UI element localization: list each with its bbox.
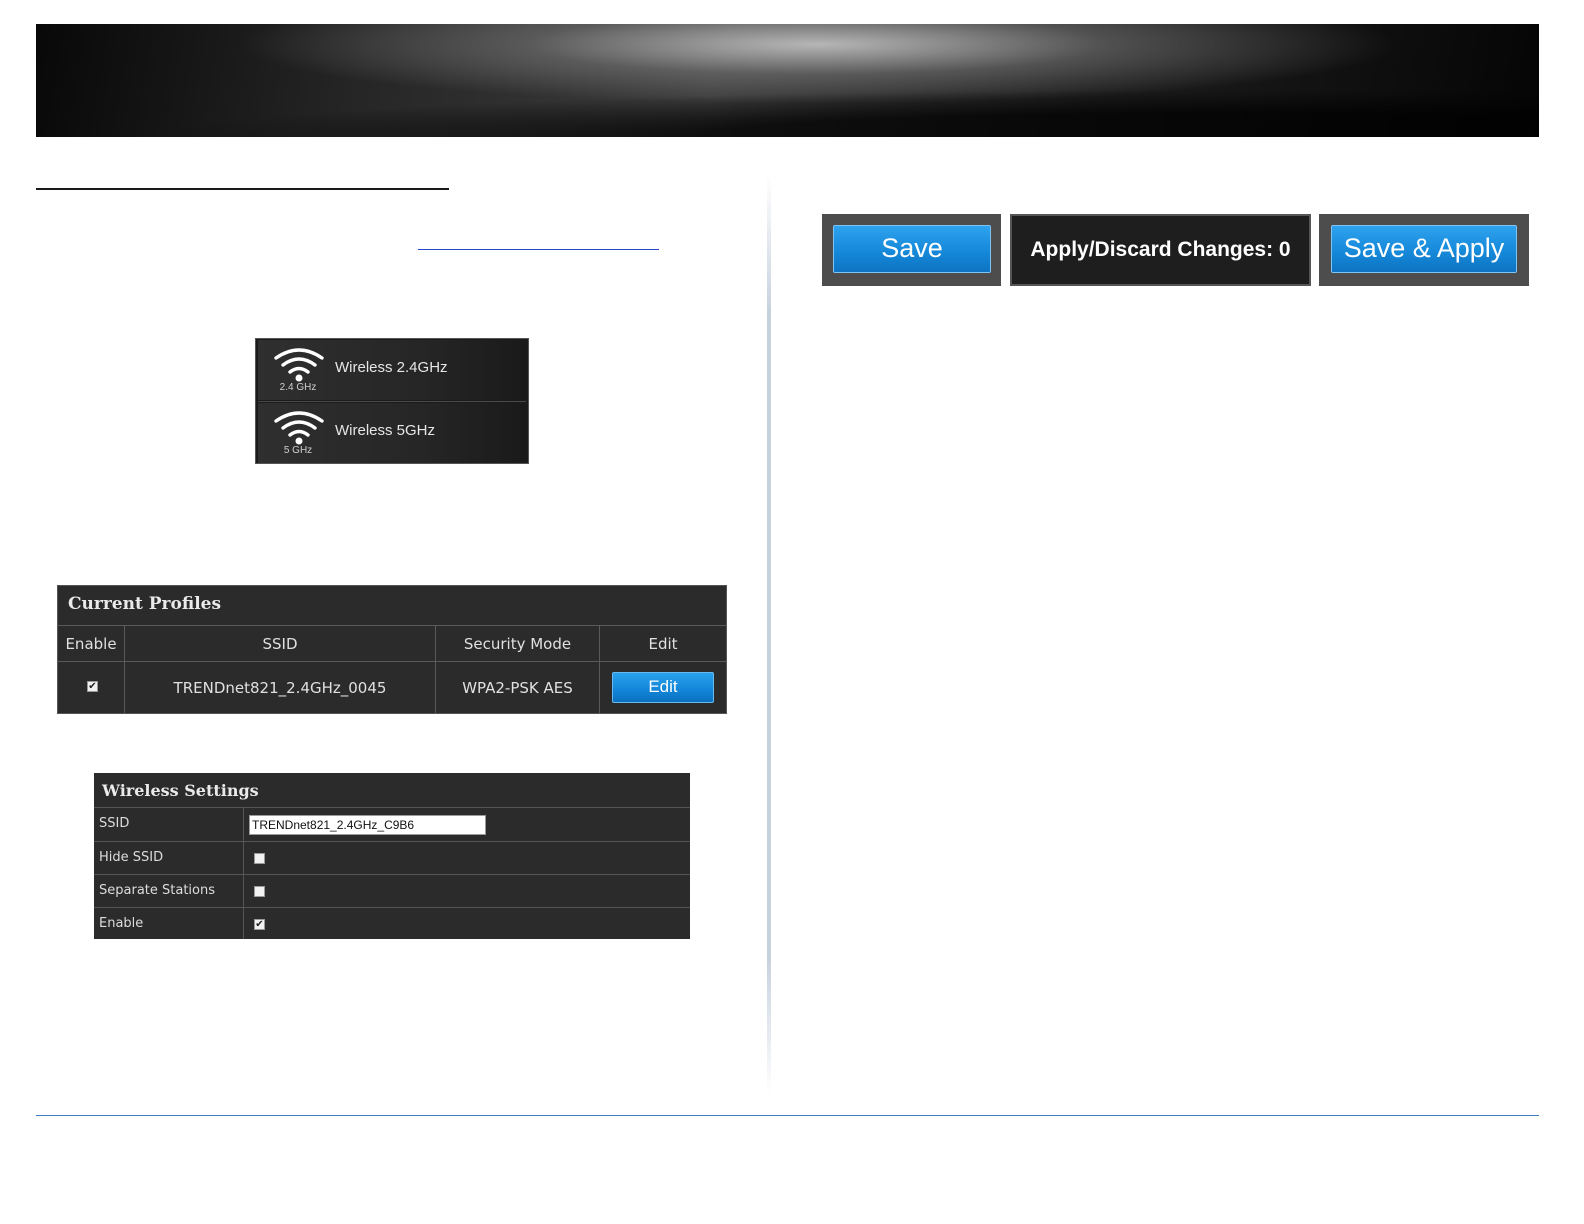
ssid-input[interactable]: TRENDnet821_2.4GHz_C9B6 — [249, 815, 486, 835]
band-label: 5 GHz — [283, 445, 313, 456]
wifi-icon — [274, 411, 324, 445]
apply-discard-changes-button[interactable]: Apply/Discard Changes: 0 — [1010, 214, 1311, 286]
hyperlink-underline[interactable] — [418, 249, 659, 250]
column-header-edit: Edit — [648, 635, 678, 653]
separate-stations-checkbox[interactable] — [254, 886, 265, 897]
band-label: 2.4 GHz — [279, 382, 317, 393]
wifi-icon — [274, 348, 324, 382]
section-heading-underline — [36, 188, 449, 190]
ssid-label: SSID — [99, 816, 130, 831]
row-divider — [94, 874, 690, 875]
menu-item-label: Wireless 2.4GHz — [335, 359, 448, 376]
header-banner — [36, 24, 1539, 137]
panel-title: Current Profiles — [68, 594, 222, 614]
edit-profile-button[interactable]: Edit — [612, 672, 714, 703]
save-apply-button-frame: Save & Apply — [1319, 214, 1529, 286]
column-header-enable: Enable — [65, 635, 117, 653]
wireless-settings-panel: Wireless Settings SSID TRENDnet821_2.4GH… — [94, 773, 690, 939]
footer-rule — [36, 1115, 1539, 1116]
hide-ssid-checkbox[interactable] — [254, 853, 265, 864]
menu-item-wireless-5ghz[interactable]: 5 GHz Wireless 5GHz — [258, 403, 526, 463]
row-divider — [94, 841, 690, 842]
enable-label: Enable — [99, 916, 144, 931]
wireless-menu: 2.4 GHz Wireless 2.4GHz 5 GHz Wireless 5… — [255, 338, 529, 464]
panel-title: Wireless Settings — [102, 781, 259, 800]
menu-item-wireless-2-4ghz[interactable]: 2.4 GHz Wireless 2.4GHz — [258, 340, 526, 400]
profile-security-mode: WPA2-PSK AES — [462, 679, 573, 697]
enable-checkbox[interactable]: ✔ — [254, 919, 265, 930]
row-divider — [94, 907, 690, 908]
current-profiles-panel: Current Profiles Enable SSID Security Mo… — [57, 585, 727, 714]
save-apply-button[interactable]: Save & Apply — [1331, 225, 1517, 273]
separate-stations-label: Separate Stations — [99, 883, 215, 898]
menu-divider — [258, 401, 526, 402]
save-button-frame: Save — [822, 214, 1001, 286]
profile-ssid: TRENDnet821_2.4GHz_0045 — [173, 679, 387, 697]
row-divider — [94, 807, 690, 808]
apply-discard-label: Apply/Discard Changes: 0 — [1030, 238, 1291, 261]
column-divider — [767, 175, 771, 1095]
profile-enable-checkbox[interactable]: ✔ — [87, 681, 98, 692]
table-row-divider — [58, 661, 726, 662]
menu-item-label: Wireless 5GHz — [335, 422, 436, 439]
column-header-ssid: SSID — [262, 635, 298, 653]
save-button[interactable]: Save — [833, 225, 991, 273]
table-header-divider — [58, 625, 726, 626]
hide-ssid-label: Hide SSID — [99, 850, 164, 865]
column-header-security-mode: Security Mode — [463, 635, 572, 653]
column-divider — [243, 807, 244, 939]
